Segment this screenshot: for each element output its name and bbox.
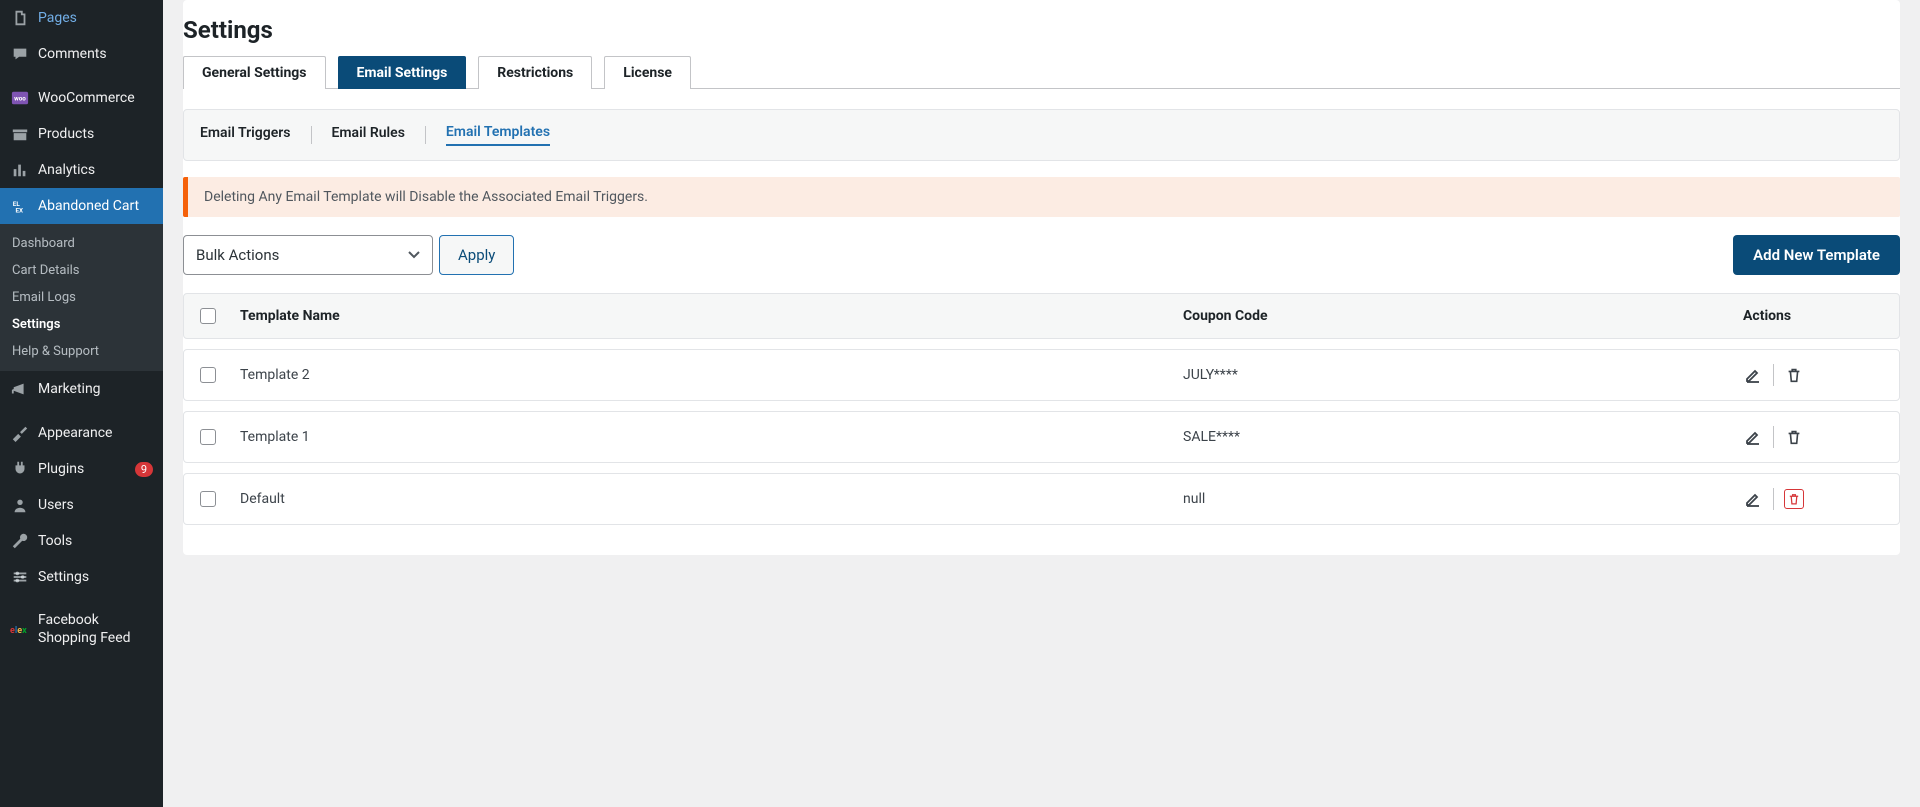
tab-restrictions[interactable]: Restrictions [478, 56, 592, 89]
coupon-code-cell: null [1183, 491, 1743, 507]
settings-tabs: General Settings Email Settings Restrict… [183, 56, 1900, 89]
table-header: Template Name Coupon Code Actions [183, 293, 1900, 339]
sidebar-label: Tools [38, 533, 153, 550]
table-row: Template 2JULY**** [183, 349, 1900, 401]
bulk-actions-select[interactable]: Bulk Actions [183, 235, 433, 275]
divider [311, 126, 312, 144]
header-name: Template Name [240, 308, 1183, 324]
sidebar-item-abandoned-cart[interactable]: ELEX Abandoned Cart [0, 188, 163, 224]
elex-color-icon: elex [10, 619, 30, 639]
sidebar-label: Abandoned Cart [38, 198, 153, 215]
appearance-icon [10, 423, 30, 443]
template-name-cell: Template 2 [240, 367, 1183, 383]
pages-icon [10, 8, 30, 28]
sidebar-label: Pages [38, 10, 153, 27]
tab-license[interactable]: License [604, 56, 691, 89]
elex-icon: ELEX [10, 196, 30, 216]
sidebar-item-pages[interactable]: Pages [0, 0, 163, 36]
sidebar-label: Comments [38, 46, 153, 63]
sidebar-item-users[interactable]: Users [0, 487, 163, 523]
table-row: Defaultnull [183, 473, 1900, 525]
sidebar-label: Users [38, 497, 153, 514]
submenu-dashboard[interactable]: Dashboard [0, 230, 163, 257]
abandoned-cart-submenu: Dashboard Cart Details Email Logs Settin… [0, 224, 163, 371]
sidebar-label: Plugins [38, 461, 131, 478]
marketing-icon [10, 379, 30, 399]
users-icon [10, 495, 30, 515]
svg-text:elex: elex [10, 626, 27, 635]
svg-text:woo: woo [14, 95, 26, 103]
svg-text:EX: EX [16, 206, 24, 214]
comments-icon [10, 44, 30, 64]
chevron-down-icon [408, 251, 420, 259]
products-icon [10, 124, 30, 144]
email-subtabs: Email Triggers Email Rules Email Templat… [183, 109, 1900, 161]
submenu-settings[interactable]: Settings [0, 311, 163, 338]
sidebar-label: Analytics [38, 162, 153, 179]
subtab-triggers[interactable]: Email Triggers [200, 125, 291, 145]
main-content: Settings General Settings Email Settings… [163, 0, 1920, 807]
sidebar-item-plugins[interactable]: Plugins 9 [0, 451, 163, 487]
submenu-cart-details[interactable]: Cart Details [0, 257, 163, 284]
table-row: Template 1SALE**** [183, 411, 1900, 463]
edit-icon[interactable] [1743, 365, 1763, 385]
trash-icon[interactable] [1784, 427, 1804, 447]
admin-sidebar: Pages Comments woo WooCommerce Products … [0, 0, 163, 807]
settings-icon [10, 567, 30, 587]
sidebar-item-tools[interactable]: Tools [0, 523, 163, 559]
subtab-templates[interactable]: Email Templates [446, 124, 550, 146]
coupon-code-cell: JULY**** [1183, 367, 1743, 383]
header-code: Coupon Code [1183, 308, 1743, 324]
submenu-email-logs[interactable]: Email Logs [0, 284, 163, 311]
trash-icon[interactable] [1784, 489, 1804, 509]
woocommerce-icon: woo [10, 88, 30, 108]
sidebar-label: Products [38, 126, 153, 143]
row-checkbox[interactable] [200, 491, 216, 507]
sidebar-item-fb-feed[interactable]: elex Facebook Shopping Feed [0, 603, 163, 655]
apply-button[interactable]: Apply [439, 235, 514, 275]
page-title: Settings [183, 0, 1900, 56]
sidebar-item-woocommerce[interactable]: woo WooCommerce [0, 80, 163, 116]
sidebar-item-appearance[interactable]: Appearance [0, 415, 163, 451]
plugins-badge: 9 [135, 462, 153, 477]
toolbar: Bulk Actions Apply Add New Template [183, 235, 1900, 275]
submenu-help[interactable]: Help & Support [0, 338, 163, 365]
sidebar-label: Marketing [38, 381, 153, 398]
analytics-icon [10, 160, 30, 180]
sidebar-item-products[interactable]: Products [0, 116, 163, 152]
sidebar-item-marketing[interactable]: Marketing [0, 371, 163, 407]
subtab-rules[interactable]: Email Rules [332, 125, 405, 145]
sidebar-item-comments[interactable]: Comments [0, 36, 163, 72]
templates-table: Template Name Coupon Code Actions Templa… [183, 293, 1900, 525]
tab-general[interactable]: General Settings [183, 56, 326, 89]
trash-icon[interactable] [1784, 365, 1804, 385]
tools-icon [10, 531, 30, 551]
select-all-checkbox[interactable] [200, 308, 216, 324]
row-checkbox[interactable] [200, 367, 216, 383]
divider [1773, 488, 1774, 510]
sidebar-label: Appearance [38, 425, 153, 442]
template-name-cell: Default [240, 491, 1183, 507]
edit-icon[interactable] [1743, 427, 1763, 447]
sidebar-label: Facebook Shopping Feed [38, 611, 153, 647]
bulk-select-value: Bulk Actions [196, 246, 279, 264]
divider [1773, 426, 1774, 448]
sidebar-item-settings[interactable]: Settings [0, 559, 163, 595]
plugins-icon [10, 459, 30, 479]
header-actions: Actions [1743, 308, 1883, 324]
template-name-cell: Template 1 [240, 429, 1183, 445]
warning-alert: Deleting Any Email Template will Disable… [183, 177, 1900, 217]
row-checkbox[interactable] [200, 429, 216, 445]
add-template-button[interactable]: Add New Template [1733, 235, 1900, 275]
divider [1773, 364, 1774, 386]
edit-icon[interactable] [1743, 489, 1763, 509]
sidebar-label: Settings [38, 569, 153, 586]
coupon-code-cell: SALE**** [1183, 429, 1743, 445]
tab-email[interactable]: Email Settings [338, 56, 467, 89]
divider [425, 126, 426, 144]
sidebar-label: WooCommerce [38, 90, 153, 107]
sidebar-item-analytics[interactable]: Analytics [0, 152, 163, 188]
